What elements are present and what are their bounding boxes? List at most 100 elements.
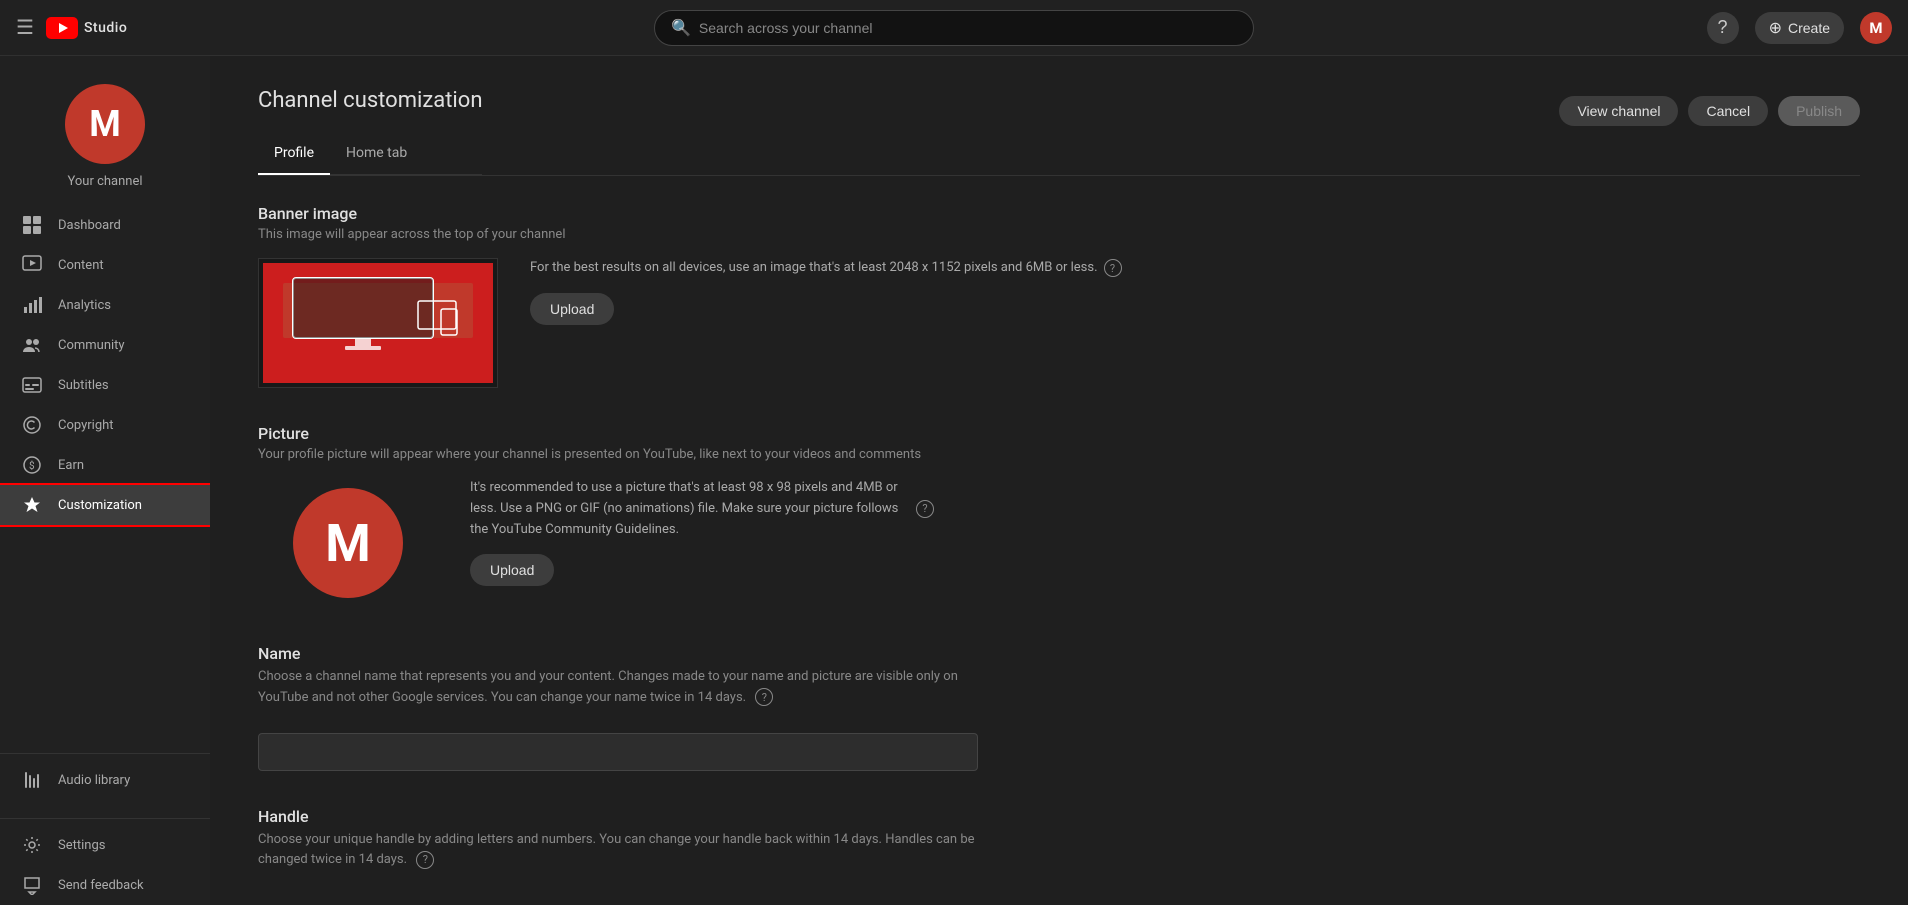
page-title: Channel customization xyxy=(258,88,482,113)
sidebar-item-earn[interactable]: $ Earn xyxy=(0,445,210,485)
picture-title: Picture xyxy=(258,424,1860,443)
copyright-icon xyxy=(20,415,44,435)
sidebar-bottom: Audio library xyxy=(0,760,210,812)
analytics-icon xyxy=(20,295,44,315)
tabs: Profile Home tab xyxy=(258,133,482,175)
create-button[interactable]: ⊕ Create xyxy=(1755,12,1844,44)
picture-preview: M xyxy=(258,478,438,608)
sidebar-item-send-feedback[interactable]: Send feedback xyxy=(0,865,210,905)
picture-info: It's recommended to use a picture that's… xyxy=(470,478,934,586)
name-help-icon[interactable]: ? xyxy=(755,688,773,706)
name-desc: Choose a channel name that represents yo… xyxy=(258,667,978,709)
page-header-row: Channel customization Profile Home tab V… xyxy=(258,88,1860,175)
sidebar-item-dashboard[interactable]: Dashboard xyxy=(0,205,210,245)
main-layout: M Your channel Dashboard Content Analy xyxy=(0,56,1908,905)
customization-icon xyxy=(20,495,44,515)
search-input-wrap[interactable]: 🔍 xyxy=(654,10,1254,46)
search-input[interactable] xyxy=(699,20,1237,36)
sidebar-earn-label: Earn xyxy=(58,458,84,473)
sidebar-send-feedback-label: Send feedback xyxy=(58,878,144,893)
sidebar-item-settings[interactable]: Settings xyxy=(0,825,210,865)
sidebar-channel: M Your channel xyxy=(0,64,210,205)
svg-text:$: $ xyxy=(29,459,35,472)
search-bar: 🔍 xyxy=(226,10,1682,46)
top-nav: ☰ Studio 🔍 ? ⊕ Create M xyxy=(0,0,1908,56)
sidebar-item-content[interactable]: Content xyxy=(0,245,210,285)
banner-desc: This image will appear across the top of… xyxy=(258,227,1860,242)
handle-help-icon[interactable]: ? xyxy=(416,851,434,869)
sidebar-avatar[interactable]: M xyxy=(65,84,145,164)
banner-area: For the best results on all devices, use… xyxy=(258,258,1860,388)
sidebar-settings-label: Settings xyxy=(58,838,105,853)
name-section: Name Choose a channel name that represen… xyxy=(258,644,1860,771)
create-label: Create xyxy=(1788,20,1830,36)
banner-info: For the best results on all devices, use… xyxy=(530,258,1122,325)
community-icon xyxy=(20,335,44,355)
banner-upload-button[interactable]: Upload xyxy=(530,293,614,325)
settings-icon xyxy=(20,835,44,855)
create-plus-icon: ⊕ xyxy=(1769,18,1782,38)
subtitles-icon xyxy=(20,375,44,395)
banner-preview xyxy=(258,258,498,388)
search-icon: 🔍 xyxy=(671,18,691,37)
youtube-logo-icon xyxy=(46,17,78,39)
picture-desc: Your profile picture will appear where y… xyxy=(258,447,1860,462)
cancel-button[interactable]: Cancel xyxy=(1688,96,1768,126)
studio-label: Studio xyxy=(84,20,127,36)
content-icon xyxy=(20,255,44,275)
view-channel-button[interactable]: View channel xyxy=(1559,96,1678,126)
audio-library-icon xyxy=(20,770,44,790)
top-nav-left: ☰ Studio xyxy=(16,15,226,40)
name-title: Name xyxy=(258,644,1860,663)
picture-info-text: It's recommended to use a picture that's… xyxy=(470,478,910,540)
banner-section: Banner image This image will appear acro… xyxy=(258,204,1860,388)
help-icon[interactable]: ? xyxy=(1707,12,1739,44)
page-actions: View channel Cancel Publish xyxy=(1559,96,1860,126)
picture-section: Picture Your profile picture will appear… xyxy=(258,424,1860,608)
sidebar-analytics-label: Analytics xyxy=(58,298,111,313)
logo: Studio xyxy=(46,17,127,39)
sidebar-item-copyright[interactable]: Copyright xyxy=(0,405,210,445)
sidebar-divider-2 xyxy=(0,818,210,819)
user-avatar-small[interactable]: M xyxy=(1860,12,1892,44)
content-area: Channel customization Profile Home tab V… xyxy=(210,56,1908,905)
sidebar-customization-label: Customization xyxy=(58,498,142,513)
picture-help-icon[interactable]: ? xyxy=(916,500,934,518)
sidebar-subtitles-label: Subtitles xyxy=(58,378,109,393)
page-header-left: Channel customization Profile Home tab xyxy=(258,88,482,175)
sidebar-item-customization[interactable]: Customization xyxy=(0,485,210,525)
sidebar-channel-label: Your channel xyxy=(67,174,142,189)
tab-hometab[interactable]: Home tab xyxy=(330,133,423,175)
sidebar-item-analytics[interactable]: Analytics xyxy=(0,285,210,325)
menu-icon[interactable]: ☰ xyxy=(16,15,34,40)
sidebar-divider-1 xyxy=(0,753,210,754)
sidebar-audio-library-label: Audio library xyxy=(58,773,130,788)
banner-info-text: For the best results on all devices, use… xyxy=(530,258,1098,279)
sidebar-item-audio-library[interactable]: Audio library xyxy=(0,760,210,800)
banner-info-row: For the best results on all devices, use… xyxy=(530,258,1122,279)
handle-section: Handle Choose your unique handle by addi… xyxy=(258,807,1860,872)
earn-icon: $ xyxy=(20,455,44,475)
picture-info-row: It's recommended to use a picture that's… xyxy=(470,478,934,540)
banner-svg xyxy=(263,263,493,383)
sidebar-item-community[interactable]: Community xyxy=(0,325,210,365)
picture-area: M It's recommended to use a picture that… xyxy=(258,478,1860,608)
sidebar-copyright-label: Copyright xyxy=(58,418,114,433)
profile-avatar: M xyxy=(293,488,403,598)
top-nav-right: ? ⊕ Create M xyxy=(1682,12,1892,44)
sidebar-dashboard-label: Dashboard xyxy=(58,218,121,233)
send-feedback-icon xyxy=(20,875,44,895)
sidebar-item-subtitles[interactable]: Subtitles xyxy=(0,365,210,405)
tab-underline xyxy=(258,175,1860,176)
publish-button: Publish xyxy=(1778,96,1860,126)
handle-desc: Choose your unique handle by adding lett… xyxy=(258,830,978,872)
handle-title: Handle xyxy=(258,807,1860,826)
sidebar-community-label: Community xyxy=(58,338,125,353)
name-input[interactable] xyxy=(258,733,978,771)
tab-profile[interactable]: Profile xyxy=(258,133,330,175)
banner-title: Banner image xyxy=(258,204,1860,223)
picture-upload-button[interactable]: Upload xyxy=(470,554,554,586)
dashboard-icon xyxy=(20,215,44,235)
banner-help-icon[interactable]: ? xyxy=(1104,259,1122,277)
sidebar-nav: Dashboard Content Analytics Community xyxy=(0,205,210,747)
